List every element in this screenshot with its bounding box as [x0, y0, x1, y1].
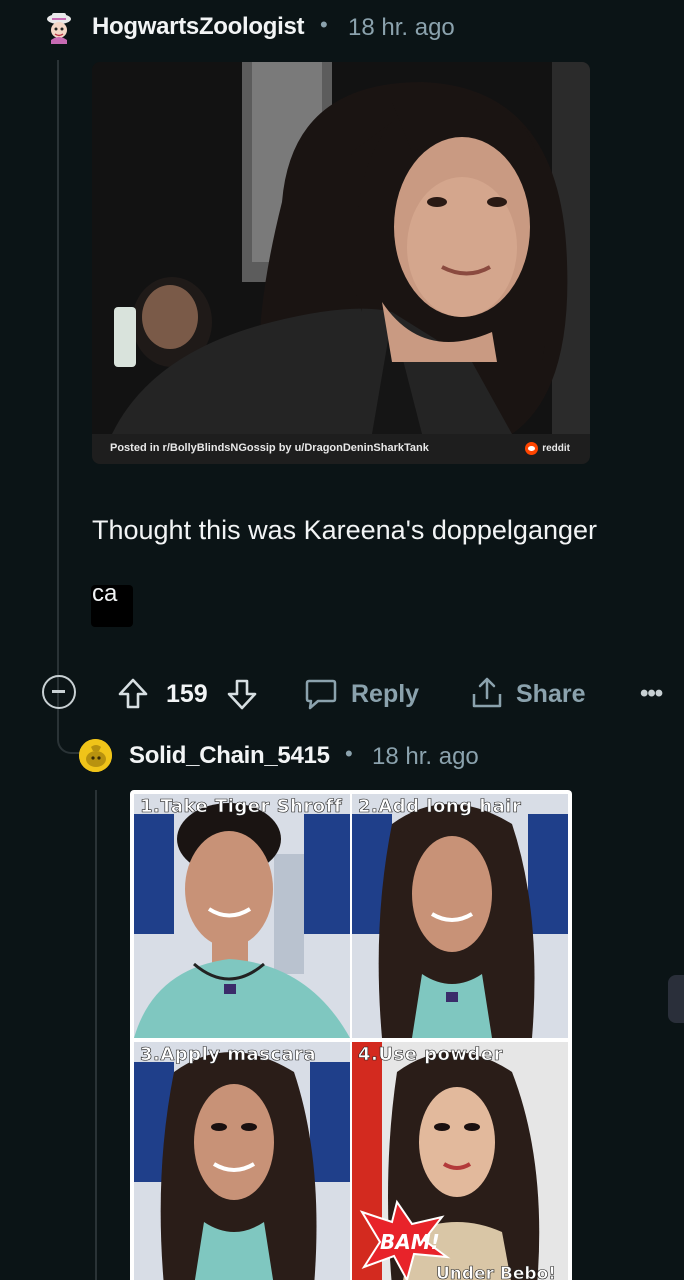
panel-3-photo	[134, 1042, 350, 1280]
thread-line[interactable]	[57, 60, 59, 740]
reddit-comment-thread: HogwartsZoologist • 18 hr. ago Posted in…	[0, 0, 684, 1280]
reply-timestamp: 18 hr. ago	[372, 743, 479, 770]
image-caption-bar: Posted in r/BollyBlindsNGossip by u/Drag…	[92, 434, 590, 464]
reddit-brand-text: reddit	[542, 443, 570, 454]
meme-panel-2: 2.Add long hair	[352, 794, 568, 1038]
panel-3-label: 3.Apply mascara	[140, 1044, 317, 1066]
photo-long-hair-person	[92, 62, 590, 434]
meme-panel-1: 1.Take Tiger Shroff	[134, 794, 350, 1038]
user-avatar-solid-chain[interactable]	[79, 739, 112, 772]
edge-peek-element	[668, 975, 684, 1023]
panel-2-label: 2.Add long hair	[358, 796, 522, 818]
panel-4-label: 4.Use powder	[358, 1044, 504, 1066]
panel-2-photo	[352, 794, 568, 1038]
share-icon[interactable]	[470, 676, 504, 710]
more-options-ellipsis-icon[interactable]: •••	[640, 680, 663, 708]
snoo-avatar-icon	[79, 739, 112, 772]
reply-author[interactable]: Solid_Chain_5415	[129, 742, 330, 770]
meme-panel-3: 3.Apply mascara	[134, 1042, 350, 1280]
meta-separator: •	[345, 741, 353, 766]
bam-burst-text: BAM!	[380, 1230, 440, 1254]
share-button[interactable]: Share	[516, 680, 585, 709]
comment-author[interactable]: HogwartsZoologist	[92, 13, 305, 41]
reddit-logo-icon	[525, 442, 539, 455]
mini-text: ca	[92, 580, 118, 607]
meta-separator: •	[320, 12, 328, 37]
user-avatar-hogwarts[interactable]	[42, 10, 76, 44]
comment-body: Thought this was Kareena's doppelganger	[92, 515, 597, 545]
reply-bubble-icon[interactable]	[304, 676, 338, 710]
panel-1-label: 1.Take Tiger Shroff	[140, 796, 343, 818]
reply-button[interactable]: Reply	[351, 680, 419, 709]
embedded-post-image[interactable]: Posted in r/BollyBlindsNGossip by u/Drag…	[92, 62, 590, 464]
meme-panel-4: 4.Use powder BAM! Under Bebo!	[352, 1042, 568, 1280]
vote-count: 159	[166, 680, 208, 708]
meme-image[interactable]: 1.Take Tiger Shroff 2.Add long hair 3.Ap…	[130, 790, 572, 1280]
reddit-badge: reddit	[525, 442, 570, 455]
image-caption-text: Posted in r/BollyBlindsNGossip by u/Drag…	[110, 442, 429, 454]
comment-timestamp: 18 hr. ago	[348, 14, 455, 41]
collapse-thread-button[interactable]	[42, 675, 76, 709]
arrow-down-icon[interactable]	[226, 677, 258, 711]
arrow-up-icon[interactable]	[117, 677, 149, 711]
panel-1-photo	[134, 794, 350, 1038]
thread-line[interactable]	[95, 790, 97, 1280]
meme-bottom-caption: Under Bebo!	[436, 1264, 557, 1280]
thread-connector	[57, 730, 81, 754]
